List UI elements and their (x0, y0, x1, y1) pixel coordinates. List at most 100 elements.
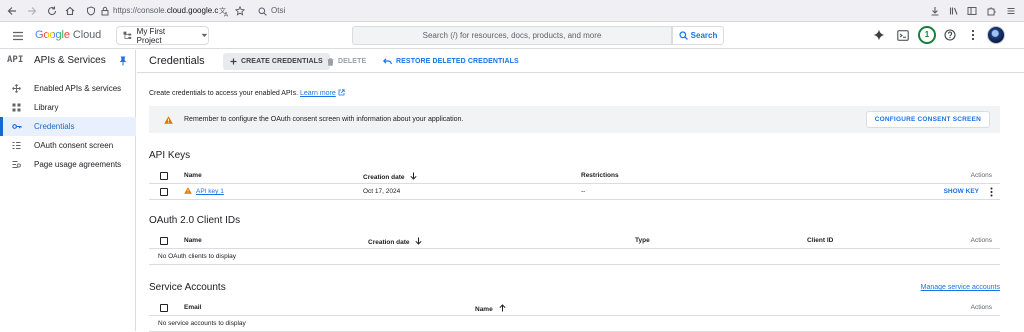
learn-more-link[interactable]: Learn more (300, 90, 336, 97)
search-button[interactable]: Search (672, 26, 724, 45)
trash-icon (327, 57, 334, 66)
learn-more-label: Learn more (299, 90, 336, 97)
translate-icon[interactable]: 文A (217, 4, 231, 18)
shield-icon[interactable] (84, 4, 98, 18)
sidebar-toggle-icon[interactable] (965, 4, 979, 18)
browser-search-icon (255, 4, 269, 18)
empty-message: No OAuth clients to display (158, 253, 237, 260)
select-all-checkbox[interactable] (160, 237, 168, 245)
sidebar-item-enabled-apis[interactable]: Enabled APIs & services (0, 79, 136, 98)
restore-deleted-credentials-button[interactable]: RESTORE DELETED CREDENTIALS (376, 53, 526, 70)
undo-icon (383, 58, 392, 65)
search-icon (679, 31, 688, 40)
column-header: Actions (970, 237, 992, 244)
select-all-checkbox[interactable] (160, 304, 168, 312)
sidebar: API APIs & Services Enabled APIs & servi… (0, 50, 136, 331)
sidebar-item-label: Page usage agreements (34, 160, 122, 169)
table-row[interactable]: API key 1 Oct 17, 2024 -- SHOW KEY (149, 184, 1000, 200)
restore-label: RESTORE DELETED CREDENTIALS (396, 58, 519, 65)
page-toolbar: Credentials CREATE CREDENTIALS DELETE RE… (137, 50, 1024, 72)
console-header: Google Cloud My First Project Search (/) … (0, 22, 1024, 49)
table-header: Name Creation date Restrictions Actions (149, 168, 1000, 184)
lock-icon[interactable] (98, 4, 112, 18)
gemini-sparkle-icon[interactable] (872, 28, 886, 42)
column-header[interactable]: Type (635, 237, 650, 244)
project-picker[interactable]: My First Project (116, 26, 209, 45)
project-name: My First Project (136, 26, 166, 45)
column-header[interactable]: Name (475, 304, 506, 313)
account-avatar[interactable] (987, 26, 1005, 44)
manage-service-accounts-link[interactable]: Manage service accounts (921, 284, 1000, 291)
svg-text:A: A (224, 11, 229, 17)
app-menu-icon[interactable] (1004, 4, 1018, 18)
pin-icon[interactable] (119, 56, 127, 66)
column-header-label: Name (475, 306, 493, 313)
sort-down-arrow-icon (410, 172, 417, 180)
column-header[interactable]: Creation date (363, 172, 417, 181)
url-domain: cloud.google.c (166, 6, 219, 15)
cloud-shell-terminal-icon[interactable] (896, 28, 910, 42)
page-title: Credentials (149, 55, 205, 67)
consent-list-icon (12, 141, 21, 150)
column-header: Actions (970, 304, 992, 311)
hamburger-menu-icon[interactable] (11, 29, 25, 43)
more-vert-icon[interactable] (966, 28, 980, 42)
google-cloud-logo[interactable]: Google Cloud (35, 29, 101, 41)
sidebar-item-page-usage[interactable]: Page usage agreements (0, 155, 136, 174)
column-header-label: Creation date (368, 239, 410, 246)
oauth-title: OAuth 2.0 Client IDs (149, 215, 241, 226)
external-link-icon[interactable] (338, 89, 345, 96)
sidebar-item-oauth-consent[interactable]: OAuth consent screen (0, 136, 136, 155)
settings-tree-icon (12, 84, 21, 93)
create-credentials-button[interactable]: CREATE CREDENTIALS (223, 53, 330, 70)
reload-icon[interactable] (45, 4, 59, 18)
sidebar-item-label: Library (34, 103, 59, 112)
notifications-badge[interactable]: 1 (918, 26, 936, 44)
empty-message: No service accounts to display (158, 320, 246, 327)
api-badge-icon: API (7, 55, 24, 65)
plus-icon (230, 58, 237, 65)
sidebar-item-label: OAuth consent screen (34, 141, 114, 150)
sidebar-item-library[interactable]: Library (0, 98, 136, 117)
browser-search-field[interactable]: Otsi (271, 3, 285, 19)
sidebar-item-credentials[interactable]: Credentials (0, 117, 136, 136)
download-icon[interactable] (928, 4, 942, 18)
bookmark-star-icon[interactable] (233, 4, 247, 18)
table-header: Email Name Actions (149, 300, 1000, 316)
column-header[interactable]: Client ID (807, 237, 833, 244)
column-header[interactable]: Creation date (368, 237, 422, 246)
console-search-input[interactable]: Search (/) for resources, docs, products… (352, 26, 672, 45)
browser-toolbar: https://console.cloud.google.c 文A Otsi (0, 0, 1024, 22)
show-key-button[interactable]: SHOW KEY (944, 188, 979, 195)
dropdown-caret-icon (201, 33, 208, 37)
api-key-name-link[interactable]: API key 1 (196, 188, 224, 195)
sidebar-header: API APIs & Services (0, 50, 136, 72)
empty-row: No OAuth clients to display (149, 249, 1000, 265)
row-checkbox[interactable] (160, 188, 168, 196)
service-accounts-table: Email Name Actions No service accounts t… (149, 300, 1000, 332)
column-header[interactable]: Name (184, 172, 202, 179)
delete-button[interactable]: DELETE (320, 53, 373, 70)
api-keys-table: Name Creation date Restrictions Actions … (149, 168, 1000, 200)
configure-consent-screen-button[interactable]: CONFIGURE CONSENT SCREEN (865, 111, 990, 128)
creation-date: Oct 17, 2024 (363, 188, 401, 195)
forward-arrow-icon[interactable] (25, 4, 39, 18)
row-more-vert-icon[interactable] (990, 187, 993, 197)
banner-message: Remember to configure the OAuth consent … (184, 116, 464, 123)
library-icon[interactable] (947, 4, 961, 18)
back-arrow-icon[interactable] (5, 4, 19, 18)
select-all-checkbox[interactable] (160, 172, 168, 180)
column-header[interactable]: Name (184, 237, 202, 244)
column-header[interactable]: Email (184, 304, 201, 311)
help-icon[interactable] (943, 28, 957, 42)
column-header[interactable]: Restrictions (581, 172, 619, 179)
column-header: Actions (970, 172, 992, 179)
search-button-label: Search (690, 31, 718, 40)
service-accounts-title: Service Accounts (149, 282, 226, 293)
extensions-icon[interactable] (984, 4, 998, 18)
library-grid-icon (12, 103, 21, 112)
home-icon[interactable] (63, 4, 77, 18)
project-tree-icon (123, 31, 132, 39)
sort-up-arrow-icon (498, 304, 506, 312)
settings-list-icon (12, 160, 21, 169)
